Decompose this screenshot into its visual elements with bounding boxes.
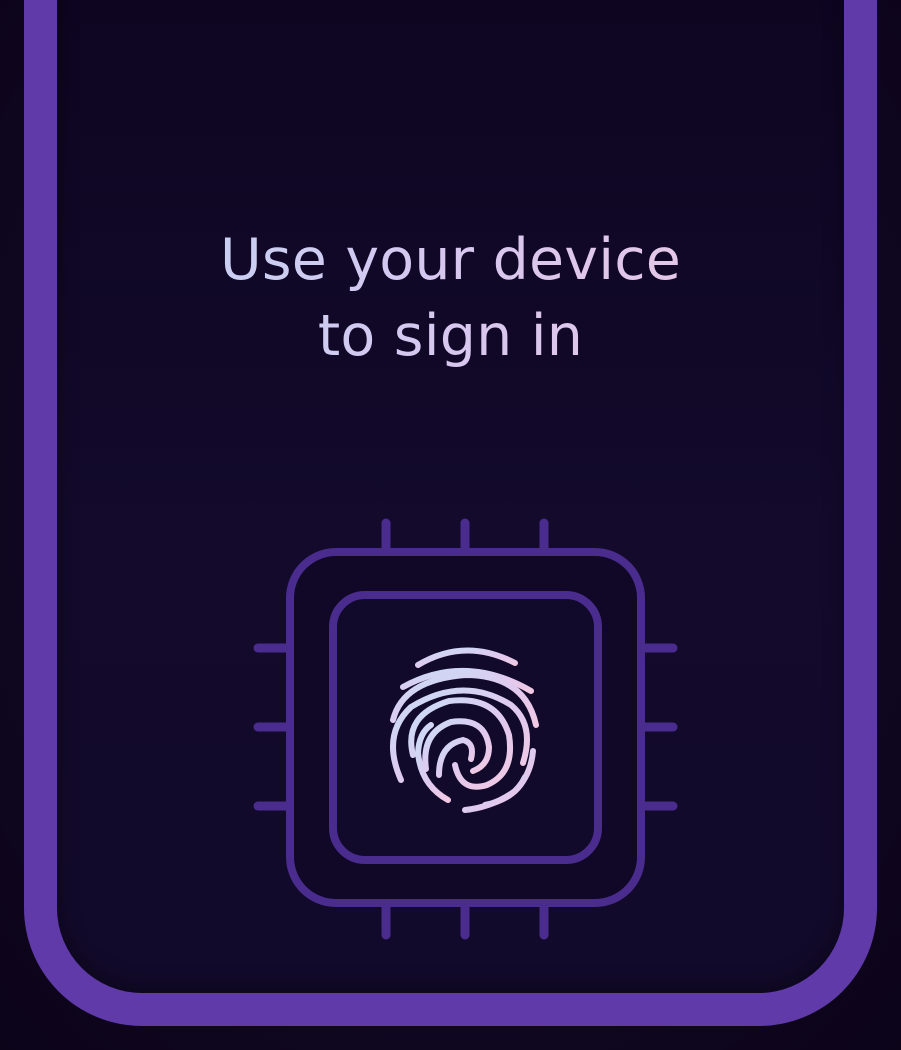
page-title: Use your device to sign in bbox=[0, 222, 901, 374]
chip-icon[interactable] bbox=[253, 515, 678, 940]
headline-line-2: to sign in bbox=[0, 298, 901, 374]
headline-line-1: Use your device bbox=[0, 222, 901, 298]
chip-graphic bbox=[253, 518, 678, 940]
